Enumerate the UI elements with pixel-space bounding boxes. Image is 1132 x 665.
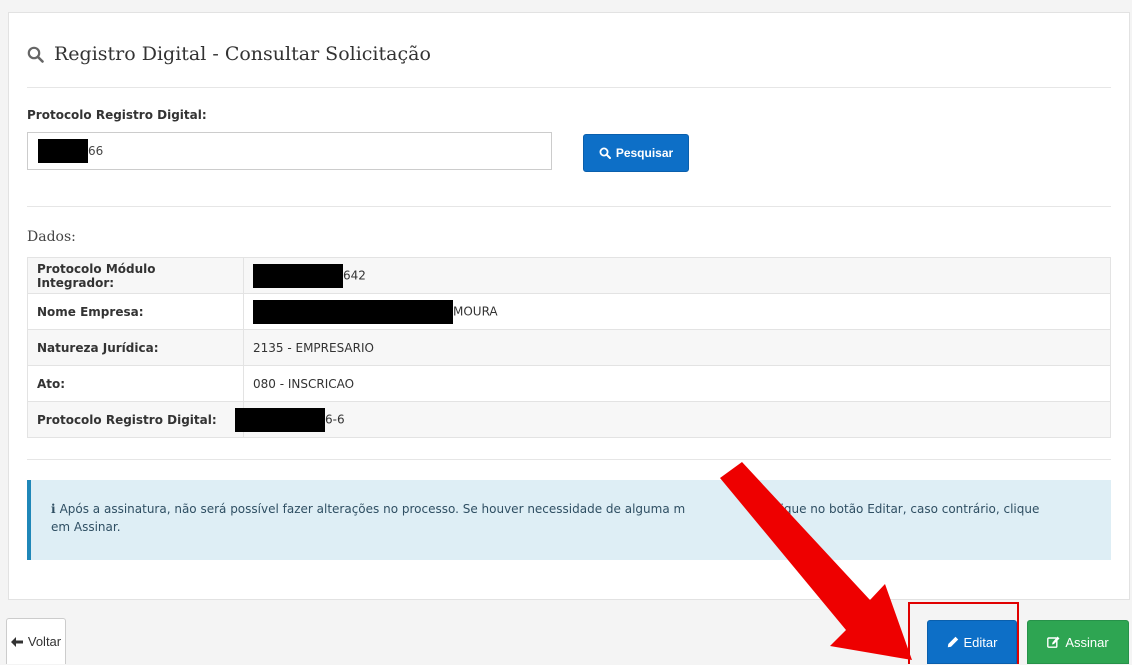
row-label: Nome Empresa: xyxy=(27,293,244,330)
row-label: Natureza Jurídica: xyxy=(27,329,244,366)
search-icon xyxy=(27,46,44,63)
row-value: 080 - INSCRICAO xyxy=(243,365,1111,402)
row-value: MOURA xyxy=(243,293,1111,330)
search-button-label: Pesquisar xyxy=(615,146,674,160)
row-label: Protocolo Registro Digital: xyxy=(27,401,244,438)
edit-square-icon xyxy=(1047,636,1060,648)
info-alert: i Após a assinatura, não será possível fa… xyxy=(27,480,1111,560)
row-value: 2135 - EMPRESARIO xyxy=(243,329,1111,366)
consult-panel: Registro Digital - Consultar Solicitação… xyxy=(8,12,1130,600)
details-table: Protocolo Módulo Integrador: 642 Nome Em… xyxy=(27,257,1111,438)
page-title: Registro Digital - Consultar Solicitação xyxy=(27,43,431,65)
protocol-label: Protocolo Registro Digital: xyxy=(27,108,207,122)
row-value: 6-6 xyxy=(235,401,1111,438)
row-value: 642 xyxy=(243,257,1111,294)
search-button[interactable]: Pesquisar xyxy=(583,134,689,172)
row-value-text: 6-6 xyxy=(325,412,345,426)
redaction-block xyxy=(253,263,343,288)
pencil-icon xyxy=(947,636,958,648)
redaction-block xyxy=(38,139,88,163)
protocol-input[interactable]: 66 xyxy=(27,132,552,170)
sign-button-label: Assinar xyxy=(1065,634,1109,650)
sign-button[interactable]: Assinar xyxy=(1027,620,1129,664)
protocol-input-value: 66 xyxy=(88,144,104,158)
redaction-block xyxy=(253,299,453,324)
arrow-left-icon xyxy=(10,636,23,647)
divider xyxy=(27,206,1111,207)
table-row: Natureza Jurídica: 2135 - EMPRESARIO xyxy=(27,329,1111,366)
table-row: Protocolo Registro Digital: 6-6 xyxy=(27,401,1111,438)
table-row: Nome Empresa: MOURA xyxy=(27,293,1111,330)
edit-button-label: Editar xyxy=(963,634,998,650)
edit-button[interactable]: Editar xyxy=(927,620,1017,664)
row-value-text: 642 xyxy=(343,268,366,282)
divider xyxy=(27,87,1111,88)
back-button[interactable]: Voltar xyxy=(6,618,66,664)
info-icon: i xyxy=(51,502,56,516)
alert-text-line1: Após a assinatura, não será possível faz… xyxy=(59,502,686,516)
page-title-text: Registro Digital - Consultar Solicitação xyxy=(54,43,431,65)
section-title: Dados: xyxy=(27,229,76,245)
alert-text-line2: em Assinar. xyxy=(51,520,121,534)
table-row: Protocolo Módulo Integrador: 642 xyxy=(27,257,1111,294)
alert-text-line1-tail: lique no botão Editar, caso contrário, c… xyxy=(777,502,1040,516)
row-label: Ato: xyxy=(27,365,244,402)
back-button-label: Voltar xyxy=(27,634,62,649)
divider xyxy=(27,459,1111,460)
search-icon xyxy=(599,147,611,159)
row-value-text: MOURA xyxy=(453,304,498,318)
table-row: Ato: 080 - INSCRICAO xyxy=(27,365,1111,402)
redaction-block xyxy=(235,407,325,432)
row-label: Protocolo Módulo Integrador: xyxy=(27,257,244,294)
